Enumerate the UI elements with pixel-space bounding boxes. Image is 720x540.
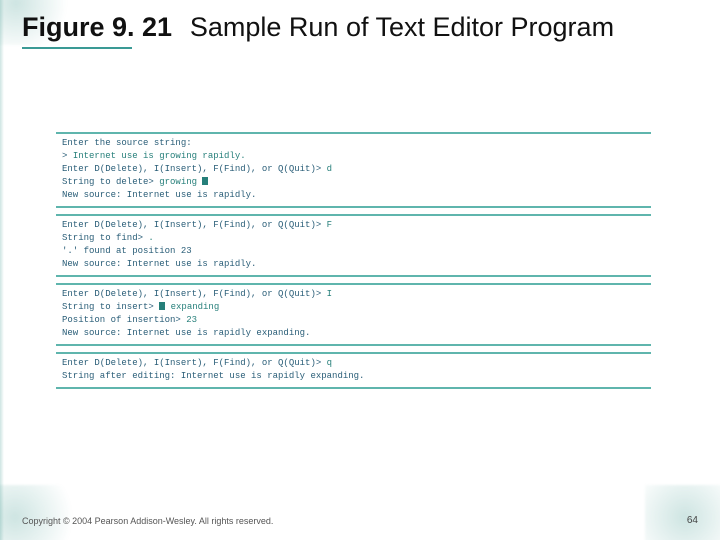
terminal-prompt: Enter D(Delete), I(Insert), F(Find), or …: [62, 164, 327, 174]
terminal-line: String to delete> growing: [62, 176, 645, 189]
terminal-line: Enter D(Delete), I(Insert), F(Find), or …: [62, 357, 645, 370]
terminal-prompt: Position of insertion>: [62, 315, 186, 325]
cursor-icon: [202, 177, 208, 185]
terminal-line: String after editing: Internet use is ra…: [62, 370, 645, 383]
terminal-section: Enter the source string: > Internet use i…: [56, 132, 651, 208]
terminal-section: Enter D(Delete), I(Insert), F(Find), or …: [56, 352, 651, 389]
terminal-prompt: New source: Internet use is rapidly.: [62, 190, 256, 200]
terminal-line: New source: Internet use is rapidly.: [62, 258, 645, 271]
terminal-section: Enter D(Delete), I(Insert), F(Find), or …: [56, 283, 651, 346]
terminal-user-input: F: [327, 220, 332, 230]
terminal-user-input: d: [327, 164, 332, 174]
terminal-prompt: Enter D(Delete), I(Insert), F(Find), or …: [62, 358, 327, 368]
terminal-prompt: New source: Internet use is rapidly expa…: [62, 328, 310, 338]
terminal-line: String to insert> expanding: [62, 301, 645, 314]
figure-title: Sample Run of Text Editor Program: [190, 12, 614, 42]
terminal-section: Enter D(Delete), I(Insert), F(Find), or …: [56, 214, 651, 277]
title-block: Figure 9. 21 Sample Run of Text Editor P…: [22, 12, 690, 49]
terminal-line: > Internet use is growing rapidly.: [62, 150, 645, 163]
terminal-user-input: .: [148, 233, 153, 243]
terminal-prompt: Enter the source string:: [62, 138, 192, 148]
terminal-prompt: >: [62, 151, 73, 161]
terminal-prompt: String to delete>: [62, 177, 159, 187]
decor-corner-bl: [0, 485, 75, 540]
terminal-user-input: growing: [159, 177, 202, 187]
terminal-user-input: 23: [186, 315, 197, 325]
terminal-user-input: expanding: [165, 302, 219, 312]
terminal-prompt: Enter D(Delete), I(Insert), F(Find), or …: [62, 220, 327, 230]
slide: Figure 9. 21 Sample Run of Text Editor P…: [0, 0, 720, 540]
terminal-line: New source: Internet use is rapidly.: [62, 189, 645, 202]
terminal-prompt: '.' found at position 23: [62, 246, 192, 256]
terminal-line: Position of insertion> 23: [62, 314, 645, 327]
terminal-line: Enter D(Delete), I(Insert), F(Find), or …: [62, 163, 645, 176]
terminal-prompt: New source: Internet use is rapidly.: [62, 259, 256, 269]
terminal-prompt: Enter D(Delete), I(Insert), F(Find), or …: [62, 289, 327, 299]
decor-corner-br: [645, 485, 720, 540]
figure-label: Figure 9. 21: [22, 12, 172, 42]
terminal-line: Enter D(Delete), I(Insert), F(Find), or …: [62, 288, 645, 301]
terminal-output: Enter the source string: > Internet use i…: [56, 132, 651, 389]
terminal-user-input: I: [327, 289, 332, 299]
terminal-line: Enter D(Delete), I(Insert), F(Find), or …: [62, 219, 645, 232]
terminal-line: New source: Internet use is rapidly expa…: [62, 327, 645, 340]
terminal-line: '.' found at position 23: [62, 245, 645, 258]
terminal-user-input: Internet use is growing rapidly.: [73, 151, 246, 161]
title-underline: [22, 47, 132, 49]
terminal-prompt: String after editing: Internet use is ra…: [62, 371, 364, 381]
terminal-prompt: String to find>: [62, 233, 148, 243]
terminal-line: Enter the source string:: [62, 137, 645, 150]
terminal-line: String to find> .: [62, 232, 645, 245]
decor-left-edge: [0, 0, 4, 540]
terminal-prompt: String to insert>: [62, 302, 159, 312]
copyright-text: Copyright © 2004 Pearson Addison-Wesley.…: [22, 516, 273, 526]
page-number: 64: [687, 515, 698, 526]
terminal-user-input: q: [327, 358, 332, 368]
